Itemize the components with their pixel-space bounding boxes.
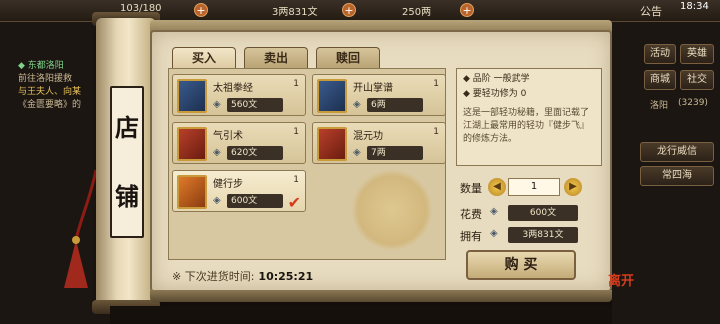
announce-button[interactable]: 公告 (640, 3, 662, 19)
tab-redeem[interactable]: 赎回 (316, 47, 380, 69)
item-qty: 1 (433, 127, 439, 137)
book-icon (317, 79, 347, 113)
item-price: 620文 (227, 146, 283, 160)
leave-button[interactable]: 离开 (608, 270, 634, 289)
quantity-stepper[interactable]: 1 (508, 178, 560, 196)
decrease-quantity-button[interactable]: ◀ (488, 178, 506, 196)
book-icon (177, 127, 207, 161)
gold-value: 250两 (402, 7, 432, 18)
coin-icon: ◈ (213, 99, 221, 110)
quest-line: 《金匮要略》的 (18, 100, 82, 110)
shop-item[interactable]: 混元功 1 ◈ 7两 (312, 122, 446, 164)
quest-line: 与王夫人、向某 (18, 87, 82, 97)
social-button[interactable]: 社交 (680, 70, 714, 90)
increase-quantity-button[interactable]: ▶ (564, 178, 582, 196)
item-name: 气引术 (213, 131, 243, 142)
quest-title: ◆ 东都洛阳 (18, 61, 64, 71)
check-icon: ✔ (287, 193, 301, 212)
item-name: 开山掌谱 (353, 83, 393, 94)
item-qty: 1 (293, 127, 299, 137)
item-price: 560文 (227, 98, 283, 112)
shop-item[interactable]: 气引术 1 ◈ 620文 (172, 122, 306, 164)
item-price: 7两 (367, 146, 423, 160)
tab-buy[interactable]: 买入 (172, 47, 236, 69)
item-price: 600文 (227, 194, 283, 208)
item-requirement: ◆ 要轻功修为 0 (463, 89, 527, 99)
coin-icon: ◈ (353, 99, 361, 110)
coin-icon: ◈ (213, 147, 221, 158)
coin-icon: ◈ (490, 228, 498, 239)
item-name: 健行步 (213, 179, 243, 190)
shop-sign-char: 店 (115, 113, 139, 142)
hero-button[interactable]: 英雄 (680, 44, 714, 64)
mall-button[interactable]: 商城 (644, 70, 676, 90)
add-stamina-button[interactable]: + (194, 3, 208, 17)
add-money-button[interactable]: + (342, 3, 356, 17)
add-gold-button[interactable]: + (460, 3, 474, 17)
sihai-button[interactable]: 常四海 (640, 166, 714, 186)
shop-sign: 店 铺 (110, 86, 144, 238)
item-qty: 1 (293, 175, 299, 185)
cost-label: 花费 (460, 208, 482, 221)
restock-time: 10:25:21 (258, 270, 314, 283)
item-price: 6两 (367, 98, 423, 112)
clock-display: 18:34 (680, 1, 709, 12)
activity-button[interactable]: 活动 (644, 44, 676, 64)
restock-label: ※ 下次进货时间: (172, 270, 255, 283)
item-name: 混元功 (353, 131, 383, 142)
item-grade: ◆ 品阶 一般武学 (463, 74, 530, 84)
item-body-text: 这是一部轻功秘籍，里面记载了江湖上最常用的轻功『健步飞』的修炼方法。 (463, 108, 590, 144)
owned-label: 拥有 (460, 230, 482, 243)
item-description: ◆ 品阶 一般武学 ◆ 要轻功修为 0 这是一部轻功秘籍，里面记载了江湖上最常用… (456, 68, 602, 166)
item-name: 太祖拳经 (213, 83, 253, 94)
restock-timer: ※ 下次进货时间: 10:25:21 (172, 268, 313, 284)
location-name: 洛阳 (650, 101, 669, 111)
quest-tracker[interactable]: ◆ 东都洛阳 前往洛阳援救 与王夫人、向某 《金匮要略》的 (18, 60, 108, 112)
money-value: 3两831文 (272, 7, 318, 18)
book-icon (317, 127, 347, 161)
shop-item-selected[interactable]: 健行步 1 ◈ 600文 ✔ (172, 170, 306, 212)
bottom-dock (110, 306, 612, 324)
quest-line: 前往洛阳援救 (18, 74, 73, 84)
tab-sell[interactable]: 卖出 (244, 47, 308, 69)
location-coords: (3239) (678, 98, 708, 108)
owned-value: 3两831文 (508, 227, 578, 243)
shop-item[interactable]: 太祖拳经 1 ◈ 560文 (172, 74, 306, 116)
coin-icon: ◈ (353, 147, 361, 158)
shop-item[interactable]: 开山掌谱 1 ◈ 6两 (312, 74, 446, 116)
book-icon (177, 175, 207, 209)
coin-watermark (352, 170, 432, 250)
cost-value: 600文 (508, 205, 578, 221)
coin-icon: ◈ (213, 195, 221, 206)
item-qty: 1 (433, 79, 439, 89)
quantity-label: 数量 (460, 182, 482, 195)
panel-bottom-edge (150, 290, 612, 302)
dragon-button[interactable]: 龙行威信 (640, 142, 714, 162)
item-qty: 1 (293, 79, 299, 89)
shop-sign-char: 铺 (115, 182, 139, 211)
buy-button[interactable]: 购 买 (466, 250, 576, 280)
coin-icon: ◈ (490, 206, 498, 217)
book-icon (177, 79, 207, 113)
